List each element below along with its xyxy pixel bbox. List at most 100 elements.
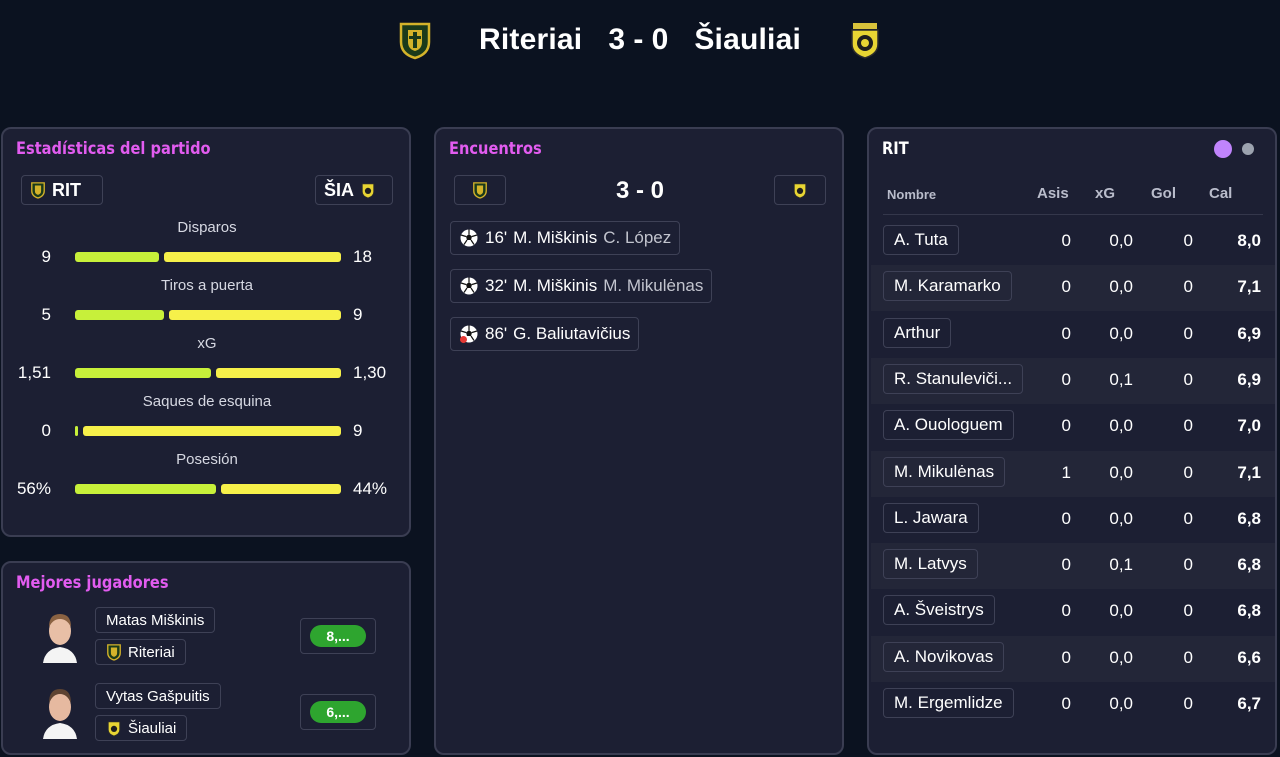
player-rating: 6,8 xyxy=(1237,508,1261,528)
player-xg: 0,1 xyxy=(1109,555,1133,575)
player-goals: 0 xyxy=(1183,231,1193,250)
player-name-chip[interactable]: A. Novikovas xyxy=(883,641,1005,672)
player-goals: 0 xyxy=(1183,416,1193,436)
player-name-chip[interactable]: M. Latvys xyxy=(883,549,978,580)
player-name-chip[interactable]: Matas Miškinis xyxy=(95,607,216,633)
riteriai-crest-icon[interactable] xyxy=(397,20,433,60)
player-xg: 0,0 xyxy=(1109,277,1133,297)
match-stats-panel: Estadísticas del partido RIT ŠIA Disparo… xyxy=(1,127,411,537)
stat-label: Posesión xyxy=(176,451,238,468)
riteriai-crest-icon xyxy=(107,644,121,661)
lineup-panel: RIT Nombre Asis xG Gol Cal A. Tuta 0 0,0 0 8… xyxy=(867,127,1277,755)
header-assists: Asis xyxy=(1037,185,1069,202)
lineup-row[interactable]: M. Mikulėnas 1 0,0 0 7,1 xyxy=(871,450,1275,497)
stat-away-bar xyxy=(169,310,341,320)
player-assists: 1 xyxy=(1061,462,1071,482)
page-indicator-active[interactable] xyxy=(1214,140,1232,158)
player-assists: 0 xyxy=(1061,231,1071,250)
stat-home-bar xyxy=(75,426,78,436)
player-avatar[interactable] xyxy=(39,605,81,663)
lineup-row[interactable]: A. Šveistrys 0 0,0 0 6,8 xyxy=(871,589,1275,635)
player-rating: 6,7 xyxy=(1237,694,1261,713)
stat-away-value: 9 xyxy=(353,305,363,324)
player-rating: 7,0 xyxy=(1237,416,1261,436)
player-name: Vytas Gašpuitis xyxy=(106,687,210,705)
lineup-row[interactable]: M. Karamarko 0 0,0 0 7,1 xyxy=(871,265,1275,312)
player-goals: 0 xyxy=(1183,601,1193,621)
goal-event[interactable]: 16' M. Miškinis C. López xyxy=(450,221,681,255)
player-assists: 0 xyxy=(1061,508,1071,528)
page-indicator-inactive[interactable] xyxy=(1242,143,1254,155)
player-assists: 0 xyxy=(1061,601,1071,621)
player-name-chip[interactable]: A. Šveistrys xyxy=(883,595,995,626)
lineup-row[interactable]: A. Novikovas 0 0,0 0 6,6 xyxy=(871,635,1275,682)
stat-away-value: 9 xyxy=(353,421,363,440)
goal-event[interactable]: 32' M. Miškinis M. Mikulėnas xyxy=(450,269,713,303)
player-assists: 0 xyxy=(1061,277,1071,297)
player-name-chip[interactable]: L. Jawara xyxy=(883,502,979,533)
player-name-chip[interactable]: M. Karamarko xyxy=(883,271,1012,302)
player-rating: 8,... xyxy=(310,625,366,647)
player-name-chip[interactable]: A. Tuta xyxy=(883,225,959,255)
player-name-chip[interactable]: M. Ergemlidze xyxy=(883,688,1014,718)
panel-title: Estadísticas del partido xyxy=(16,139,211,159)
player-rating: 7,1 xyxy=(1237,277,1261,297)
player-xg: 0,1 xyxy=(1109,369,1133,389)
player-assists: 0 xyxy=(1061,323,1071,343)
lineup-row[interactable]: M. Latvys 0 0,1 0 6,8 xyxy=(871,543,1275,590)
player-assists: 0 xyxy=(1061,694,1071,713)
event-minute: 32' xyxy=(485,276,508,295)
stat-away-value: 44% xyxy=(353,479,388,498)
stat-label: Tiros a puerta xyxy=(161,277,253,294)
lineup-row[interactable]: A. Ouologuem 0 0,0 0 7,0 xyxy=(871,404,1275,450)
player-name-chip[interactable]: Arthur xyxy=(883,317,952,348)
lineup-row[interactable]: M. Ergemlidze 0 0,0 0 6,7 xyxy=(871,682,1275,728)
player-xg: 0,0 xyxy=(1109,694,1133,713)
lineup-team-label: RIT xyxy=(882,139,909,159)
lineup-row[interactable]: R. Stanuleviči... 0 0,1 0 6,9 xyxy=(871,357,1275,404)
player-rating-box[interactable]: 6,... xyxy=(300,694,376,730)
stat-away-value: 1,30 xyxy=(353,363,387,382)
player-rating-box[interactable]: 8,... xyxy=(300,618,376,654)
player-name-chip[interactable]: M. Mikulėnas xyxy=(883,456,1006,487)
home-team-chip[interactable]: RIT xyxy=(21,175,103,205)
header-name: Nombre xyxy=(887,187,937,202)
away-team-chip[interactable] xyxy=(774,175,826,205)
stat-home-bar xyxy=(75,484,216,494)
event-assist: C. López xyxy=(603,228,672,247)
riteriai-crest-icon xyxy=(31,182,45,199)
player-name-chip[interactable]: Vytas Gašpuitis xyxy=(95,683,221,709)
stat-away-value: 18 xyxy=(353,247,372,266)
player-rating: 6,... xyxy=(310,701,366,723)
siauliai-crest-icon[interactable] xyxy=(847,20,883,60)
event-scorer: G. Baliutavičius xyxy=(513,324,631,343)
match-score: 3 - 0 xyxy=(608,23,669,56)
player-avatar[interactable] xyxy=(39,681,81,739)
lineup-row[interactable]: A. Tuta 0 0,0 0 8,0 xyxy=(871,219,1275,265)
lineup-table-header: Nombre Asis xG Gol Cal xyxy=(869,185,1277,215)
player-rating: 6,6 xyxy=(1237,647,1261,667)
player-team-chip[interactable]: Riteriai xyxy=(95,639,186,665)
stat-home-value: 1,51 xyxy=(17,363,51,382)
player-assists: 0 xyxy=(1061,416,1071,436)
stat-home-value: 0 xyxy=(41,421,51,440)
player-name-chip[interactable]: R. Stanuleviči... xyxy=(883,363,1024,394)
header-xg: xG xyxy=(1095,185,1116,202)
player-assists: 0 xyxy=(1061,647,1071,667)
stat-home-bar xyxy=(75,310,164,320)
away-team-chip[interactable]: ŠIA xyxy=(315,175,393,205)
lineup-row[interactable]: Arthur 0 0,0 0 6,9 xyxy=(871,312,1275,358)
player-name-chip[interactable]: A. Ouologuem xyxy=(883,410,1014,441)
goal-event[interactable]: 86' G. Baliutavičius xyxy=(450,317,640,351)
away-team-name[interactable]: Šiauliai xyxy=(694,23,801,57)
home-team-name[interactable]: Riteriai xyxy=(479,23,582,57)
stat-label: xG xyxy=(197,335,217,352)
event-minute: 86' xyxy=(485,324,508,343)
lineup-row[interactable]: L. Jawara 0 0,0 0 6,8 xyxy=(871,497,1275,543)
home-team-abbr: RIT xyxy=(52,179,81,200)
player-team-chip[interactable]: Šiauliai xyxy=(95,715,188,741)
player-goals: 0 xyxy=(1183,462,1193,482)
events-panel: Encuentros 3 - 0 16' M. Miškinis C. Lópe… xyxy=(434,127,844,755)
player-rating: 6,9 xyxy=(1237,323,1261,343)
player-rating: 7,1 xyxy=(1237,462,1261,482)
